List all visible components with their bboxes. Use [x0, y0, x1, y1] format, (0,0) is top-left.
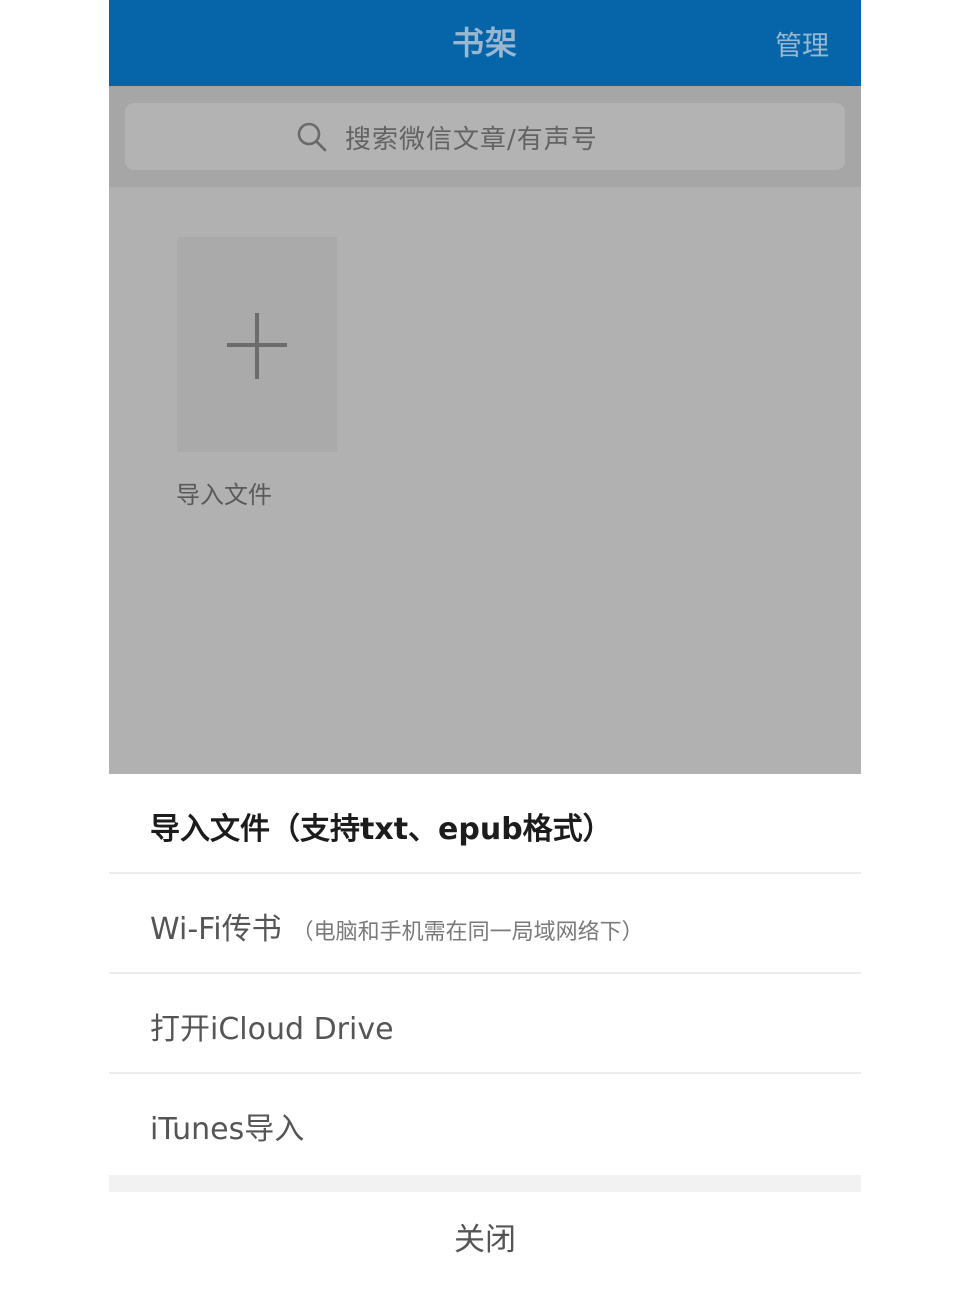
- action-itunes-import[interactable]: iTunes导入: [109, 1074, 861, 1174]
- action-import-file[interactable]: 导入文件（支持txt、epub格式）: [109, 774, 861, 874]
- search-placeholder: 搜索微信文章/有声号: [345, 125, 598, 155]
- action-open-icloud-drive-label: 打开iCloud Drive: [150, 1012, 394, 1047]
- action-wifi-transfer-label: Wi-Fi传书 （电脑和手机需在同一局域网络下）: [150, 904, 644, 948]
- search-bar-area: 搜索微信文章/有声号: [109, 86, 861, 187]
- import-file-tile[interactable]: [177, 237, 337, 452]
- action-import-file-label: 导入文件（支持txt、epub格式）: [150, 812, 613, 847]
- close-button[interactable]: 关闭: [109, 1192, 861, 1294]
- sheet-separator: [109, 1175, 861, 1192]
- action-open-icloud-drive[interactable]: 打开iCloud Drive: [109, 974, 861, 1074]
- import-action-sheet: 导入文件（支持txt、epub格式） Wi-Fi传书 （电脑和手机需在同一局域网络…: [109, 774, 861, 1294]
- action-wifi-transfer[interactable]: Wi-Fi传书 （电脑和手机需在同一局域网络下）: [109, 874, 861, 974]
- nav-bar: 书架 管理: [109, 0, 861, 86]
- manage-button[interactable]: 管理: [775, 24, 829, 63]
- search-icon: [297, 122, 327, 152]
- app-screen: 书架 管理 搜索微信文章/有声号 导入文件 导入文件（支持txt、epub格式）…: [109, 0, 861, 1294]
- wifi-transfer-note: （电脑和手机需在同一局域网络下）: [291, 920, 644, 945]
- search-input[interactable]: 搜索微信文章/有声号: [125, 103, 845, 170]
- import-file-label: 导入文件: [176, 481, 272, 509]
- action-itunes-import-label: iTunes导入: [150, 1112, 305, 1147]
- bookshelf-content: 导入文件: [109, 187, 861, 774]
- page-title: 书架: [451, 24, 518, 62]
- wifi-transfer-title: Wi-Fi传书: [150, 912, 282, 947]
